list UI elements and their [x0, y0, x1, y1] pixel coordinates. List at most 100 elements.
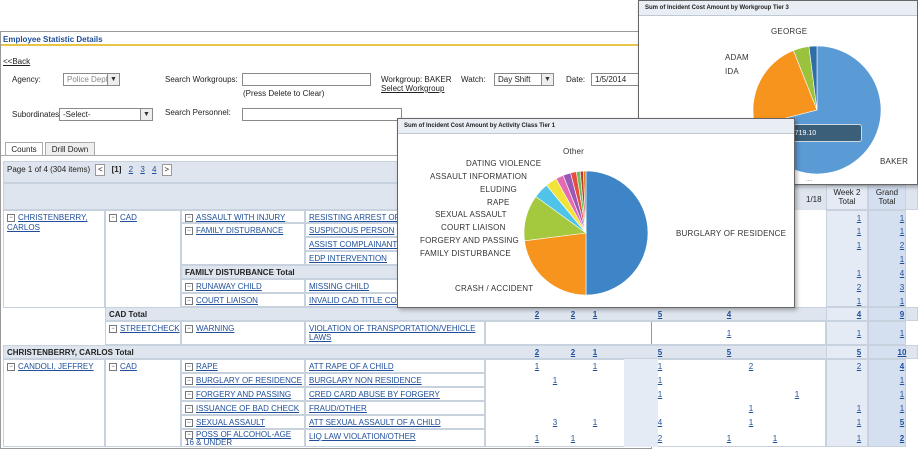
source-cell[interactable]: − STREETCHECK — [105, 321, 181, 345]
pie-slice-crash-accident[interactable] — [524, 232, 587, 296]
select-workgroup-link[interactable]: Select Workgroup — [381, 84, 444, 93]
count-value[interactable]: 2 — [563, 308, 583, 320]
count-value[interactable]: 5 — [891, 416, 913, 428]
source-link[interactable]: STREETCHECK — [120, 324, 180, 333]
count-value[interactable]: 1 — [650, 374, 670, 386]
employee-cell[interactable]: − CHRISTENBERRY, CARLOS — [3, 210, 105, 308]
page-4-link[interactable]: 4 — [152, 165, 156, 174]
activity-link[interactable]: RAPE — [196, 362, 218, 371]
chevron-down-icon[interactable]: ▼ — [541, 74, 553, 85]
collapse-icon[interactable]: − — [185, 376, 193, 385]
activity-cell[interactable]: − POSS OF ALCOHOL-AGE 16 & UNDER — [181, 429, 305, 447]
count-value[interactable]: 2 — [848, 360, 870, 372]
count-value[interactable]: 1 — [848, 239, 870, 251]
count-value[interactable]: 1 — [891, 374, 913, 386]
count-value[interactable]: 1 — [741, 416, 761, 428]
activity-link[interactable]: SEXUAL ASSAULT — [196, 418, 265, 427]
collapse-icon[interactable]: − — [185, 226, 193, 235]
count-value[interactable]: 9 — [891, 308, 913, 320]
collapse-icon[interactable]: − — [185, 404, 193, 413]
title-link[interactable]: CRED CARD ABUSE BY FORGERY — [309, 390, 440, 399]
collapse-icon[interactable]: − — [185, 390, 193, 399]
search-workgroups-input[interactable] — [242, 73, 371, 86]
activity-cell[interactable]: − RAPE — [181, 359, 305, 373]
count-value[interactable]: 1 — [848, 416, 870, 428]
count-value[interactable]: 1 — [527, 360, 547, 372]
count-value[interactable]: 2 — [527, 308, 547, 320]
count-value[interactable]: 1 — [891, 327, 913, 339]
activity-link[interactable]: ASSAULT WITH INJURY — [196, 213, 285, 222]
count-value[interactable]: 1 — [848, 402, 870, 414]
count-value[interactable]: 1 — [848, 225, 870, 237]
collapse-icon[interactable]: − — [185, 213, 193, 222]
count-value[interactable]: 1 — [848, 432, 870, 444]
source-link[interactable]: CAD — [120, 362, 137, 371]
count-value[interactable]: 1 — [585, 308, 605, 320]
count-value[interactable]: 3 — [891, 281, 913, 293]
title-link[interactable]: RESISTING ARREST OR — [309, 213, 400, 222]
activity-cell[interactable]: − RUNAWAY CHILD — [181, 279, 305, 293]
title-link[interactable]: VIOLATION OF TRANSPORTATION/VEHICLE LAWS — [309, 324, 475, 342]
count-value[interactable]: 1 — [891, 225, 913, 237]
count-value[interactable]: 4 — [848, 308, 870, 320]
watch-select[interactable]: Day Shift ▼ — [494, 73, 554, 86]
back-link[interactable]: <<Back — [3, 57, 30, 66]
count-value[interactable]: 10 — [891, 346, 913, 358]
title-cell[interactable]: MISSING CHILD — [305, 279, 401, 293]
count-value[interactable]: 5 — [719, 346, 739, 358]
title-cell[interactable]: RESISTING ARREST OR — [305, 210, 401, 223]
title-link[interactable]: LIQ LAW VIOLATION/OTHER — [309, 432, 416, 441]
count-value[interactable]: 2 — [848, 281, 870, 293]
activity-cell[interactable]: − SEXUAL ASSAULT — [181, 415, 305, 429]
collapse-icon[interactable]: − — [109, 362, 117, 371]
count-value[interactable]: 1 — [719, 432, 739, 444]
activity-link[interactable]: WARNING — [196, 324, 234, 333]
activity-cell[interactable]: − FORGERY AND PASSING — [181, 387, 305, 401]
count-value[interactable]: 1 — [585, 416, 605, 428]
activity-cell[interactable]: − WARNING — [181, 321, 305, 345]
prev-page-button[interactable]: < — [95, 164, 106, 176]
count-value[interactable]: 1 — [891, 402, 913, 414]
title-cell[interactable]: FRAUD/OTHER — [305, 401, 485, 415]
count-value[interactable]: 1 — [891, 253, 913, 265]
resize-grip-icon[interactable]: .... — [806, 177, 813, 183]
count-value[interactable]: 2 — [563, 346, 583, 358]
count-value[interactable]: 5 — [650, 308, 670, 320]
activity-cell[interactable]: − BURGLARY OF RESIDENCE — [181, 373, 305, 387]
activity-cell[interactable]: − FAMILY DISTURBANCE — [181, 223, 305, 265]
source-link[interactable]: CAD — [120, 213, 137, 222]
count-value[interactable]: 1 — [719, 327, 739, 339]
count-value[interactable]: 1 — [527, 432, 547, 444]
title-cell[interactable]: ASSIST COMPLAINANT — [305, 237, 401, 251]
title-link[interactable]: SUSPICIOUS PERSON — [309, 226, 394, 235]
count-value[interactable]: 1 — [545, 374, 565, 386]
title-link[interactable]: BURGLARY NON RESIDENCE — [309, 376, 422, 385]
subordinates-select[interactable]: -Select- ▼ — [59, 108, 153, 121]
count-value[interactable]: 2 — [741, 360, 761, 372]
title-cell[interactable]: ATT SEXUAL ASSAULT OF A CHILD — [305, 415, 485, 429]
activity-cell[interactable]: − ISSUANCE OF BAD CHECK — [181, 401, 305, 415]
count-value[interactable]: 4 — [891, 267, 913, 279]
count-value[interactable]: 1 — [650, 360, 670, 372]
title-link[interactable]: INVALID CAD TITLE COD — [309, 296, 400, 305]
count-value[interactable]: 3 — [545, 416, 565, 428]
activity-cell[interactable]: − COURT LIAISON — [181, 293, 305, 307]
title-link[interactable]: ASSIST COMPLAINANT — [309, 240, 397, 249]
activity-pie-chart[interactable] — [398, 133, 794, 307]
title-cell[interactable]: INVALID CAD TITLE COD — [305, 293, 401, 307]
title-link[interactable]: ATT RAPE OF A CHILD — [309, 362, 394, 371]
count-value[interactable]: 1 — [741, 402, 761, 414]
collapse-icon[interactable]: − — [185, 296, 193, 305]
count-value[interactable]: 1 — [891, 388, 913, 400]
collapse-icon[interactable]: − — [109, 324, 117, 333]
source-cell[interactable]: − CAD — [105, 359, 181, 447]
activity-cell[interactable]: − ASSAULT WITH INJURY — [181, 210, 305, 223]
next-page-button[interactable]: > — [161, 164, 172, 176]
activity-link[interactable]: RUNAWAY CHILD — [196, 282, 262, 291]
activity-link[interactable]: COURT LIAISON — [196, 296, 258, 305]
activity-chart-popup[interactable]: Sum of Incident Cost Amount by Activity … — [397, 118, 795, 308]
collapse-icon[interactable]: − — [109, 213, 117, 222]
page-3-link[interactable]: 3 — [140, 165, 144, 174]
title-cell[interactable]: ATT RAPE OF A CHILD — [305, 359, 485, 373]
count-value[interactable]: 1 — [563, 432, 583, 444]
